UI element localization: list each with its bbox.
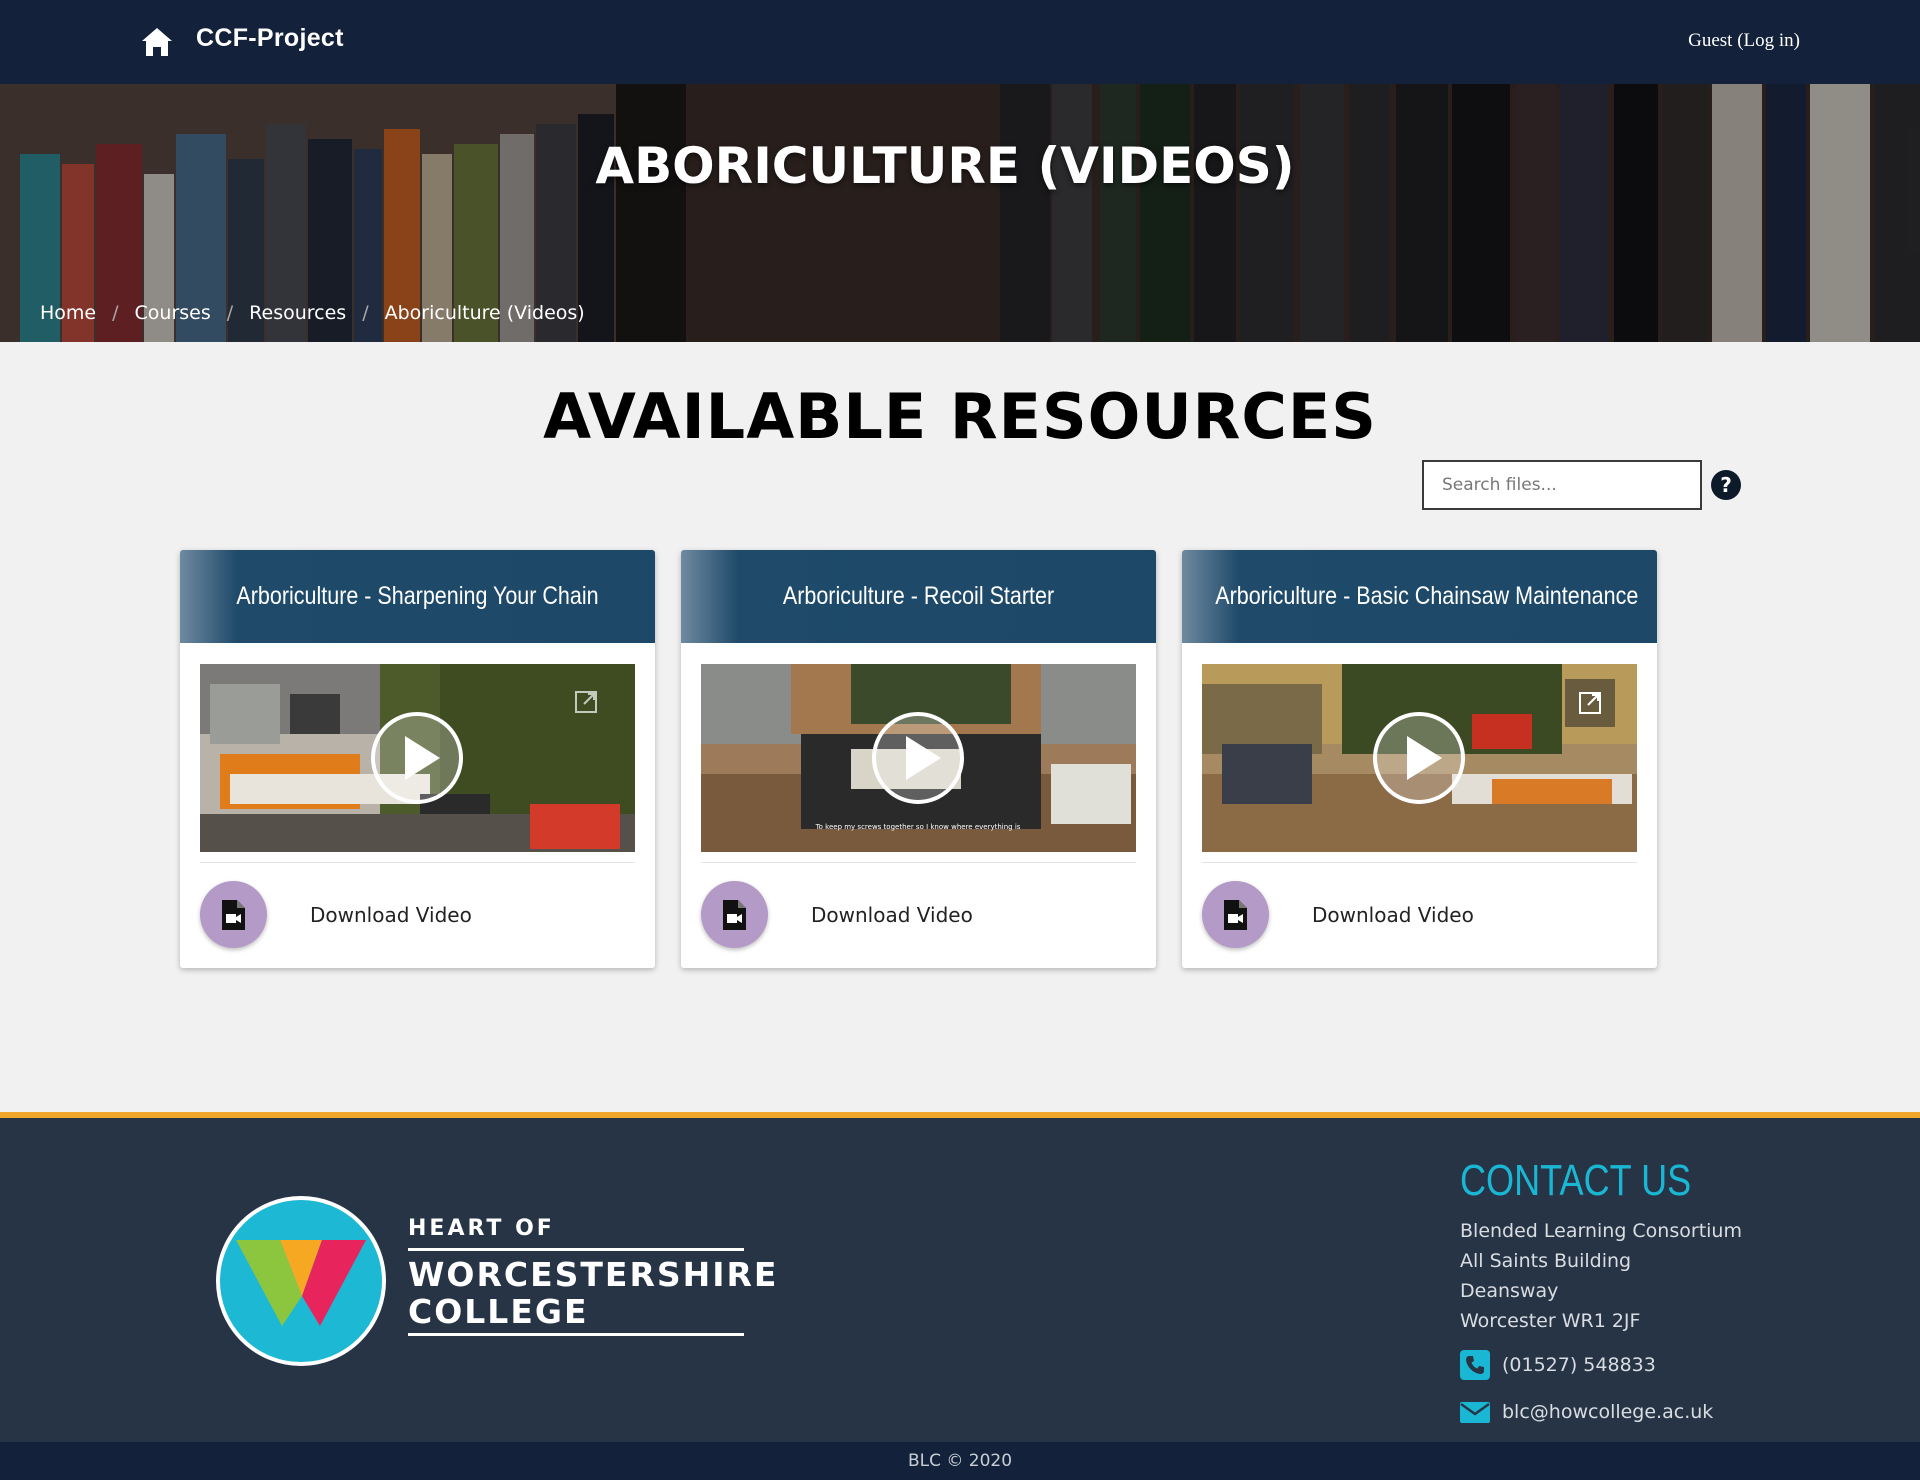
card-title: Arboriculture - Sharpening Your Chain bbox=[236, 582, 599, 610]
resource-card: Arboriculture - Basic Chainsaw Maintenan… bbox=[1182, 550, 1657, 968]
page-title: ABORICULTURE (VIDEOS) bbox=[595, 137, 1295, 195]
download-video-button[interactable] bbox=[200, 881, 267, 948]
download-video-button[interactable] bbox=[701, 881, 768, 948]
resource-card: Arboriculture - Recoil Starter To keep m… bbox=[681, 550, 1156, 968]
navbar: CCF-Project Guest (Log in) bbox=[0, 0, 1920, 84]
site-brand[interactable]: CCF-Project bbox=[196, 24, 344, 53]
card-header: Arboriculture - Sharpening Your Chain bbox=[180, 550, 655, 643]
video-thumbnail[interactable] bbox=[200, 664, 635, 852]
breadcrumb-home[interactable]: Home bbox=[40, 302, 96, 324]
breadcrumb: Home / Courses / Resources / Aboricultur… bbox=[40, 302, 585, 324]
email-icon bbox=[1460, 1402, 1490, 1423]
breadcrumb-resources[interactable]: Resources bbox=[249, 302, 346, 324]
contact-email: blc@howcollege.ac.uk bbox=[1460, 1397, 1713, 1427]
video-thumbnail[interactable] bbox=[1202, 664, 1637, 852]
contact-address: Blended Learning Consortium All Saints B… bbox=[1460, 1220, 1742, 1332]
copyright-bar: BLC © 2020 bbox=[0, 1442, 1920, 1480]
section-title: AVAILABLE RESOURCES bbox=[543, 380, 1377, 453]
video-thumbnail[interactable]: To keep my screws together so I know whe… bbox=[701, 664, 1136, 852]
contact-phone: (01527) 548833 bbox=[1460, 1350, 1656, 1380]
video-file-icon bbox=[723, 900, 746, 930]
card-header: Arboriculture - Recoil Starter bbox=[681, 550, 1156, 643]
breadcrumb-current: Aboriculture (Videos) bbox=[384, 302, 585, 324]
college-logo: HEART OF WORCESTERSHIRE COLLEGE bbox=[216, 1196, 776, 1371]
video-file-icon bbox=[222, 900, 245, 930]
video-caption: To keep my screws together so I know whe… bbox=[815, 823, 1021, 831]
card-title: Arboriculture - Recoil Starter bbox=[782, 582, 1055, 610]
svg-text:?: ? bbox=[1720, 473, 1732, 497]
card-title: Arboriculture - Basic Chainsaw Maintenan… bbox=[1215, 582, 1639, 610]
external-link-icon bbox=[1565, 679, 1615, 727]
email-link[interactable]: blc@howcollege.ac.uk bbox=[1502, 1401, 1713, 1423]
download-video-link[interactable]: Download Video bbox=[1312, 903, 1474, 927]
breadcrumb-courses[interactable]: Courses bbox=[135, 302, 211, 324]
resource-card: Arboriculture - Sharpening Your Chain Do… bbox=[180, 550, 655, 968]
logo-emblem bbox=[216, 1196, 386, 1366]
phone-icon bbox=[1460, 1350, 1490, 1380]
video-file-icon bbox=[1224, 900, 1247, 930]
hero-banner: ABORICULTURE (VIDEOS) Home / Courses / R… bbox=[0, 84, 1920, 342]
logo-text-name: WORCESTERSHIRE COLLEGE bbox=[408, 1255, 779, 1331]
card-header: Arboriculture - Basic Chainsaw Maintenan… bbox=[1182, 550, 1657, 643]
help-icon[interactable]: ? bbox=[1710, 469, 1742, 501]
search-input[interactable] bbox=[1422, 460, 1702, 510]
contact-heading: CONTACT US bbox=[1460, 1156, 1692, 1205]
logo-text-line1: HEART OF bbox=[408, 1216, 555, 1241]
download-video-link[interactable]: Download Video bbox=[811, 903, 973, 927]
login-link[interactable]: Guest (Log in) bbox=[1688, 30, 1800, 52]
download-video-button[interactable] bbox=[1202, 881, 1269, 948]
home-icon[interactable] bbox=[140, 26, 174, 58]
download-video-link[interactable]: Download Video bbox=[310, 903, 472, 927]
phone-number[interactable]: (01527) 548833 bbox=[1502, 1354, 1656, 1376]
